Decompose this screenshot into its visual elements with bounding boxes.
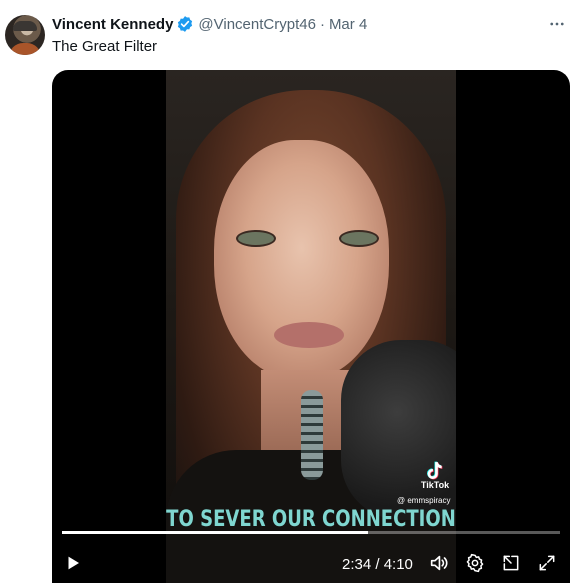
player-controls: 2:34 / 4:10: [52, 546, 570, 582]
tweet-text: The Great Filter: [52, 38, 158, 55]
more-options-icon[interactable]: [545, 12, 569, 36]
fullscreen-icon[interactable]: [534, 550, 560, 576]
tiktok-watermark: TikTok: [415, 460, 455, 490]
tiktok-logo-icon: [425, 460, 445, 480]
play-icon[interactable]: [60, 550, 86, 576]
volume-icon[interactable]: [426, 550, 452, 576]
tiktok-username: @ emmspiracy: [397, 496, 451, 505]
verified-badge-icon: [176, 15, 194, 33]
tiktok-brand: TikTok: [420, 480, 450, 490]
avatar[interactable]: [5, 15, 45, 55]
tweet-header: Vincent Kennedy @VincentCrypt46 · Mar 4: [52, 14, 367, 34]
progress-bar[interactable]: [62, 531, 560, 534]
user-handle[interactable]: @VincentCrypt46: [198, 16, 316, 33]
dna-graphic: [301, 390, 323, 480]
progress-fill: [62, 531, 369, 534]
settings-gear-icon[interactable]: [462, 550, 488, 576]
microphone-image: [341, 340, 456, 520]
display-name[interactable]: Vincent Kennedy: [52, 16, 173, 33]
picture-in-picture-icon[interactable]: [498, 550, 524, 576]
video-player[interactable]: TikTok @ emmspiracy TO SEVER OUR CONNECT…: [52, 70, 570, 583]
separator-dot: ·: [319, 15, 325, 33]
time-display: 2:34 / 4:10: [342, 556, 413, 573]
video-caption: TO SEVER OUR CONNECTION: [166, 507, 456, 532]
tweet-date[interactable]: Mar 4: [329, 16, 367, 33]
